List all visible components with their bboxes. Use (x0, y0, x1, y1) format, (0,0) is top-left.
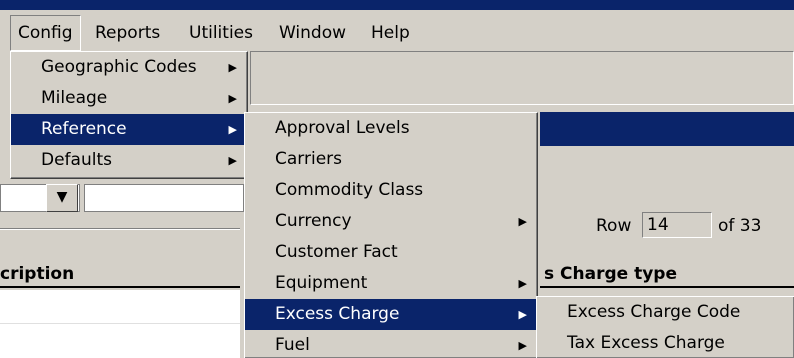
window-titlebar (0, 0, 794, 10)
submenu-arrow-icon: ▶ (228, 154, 237, 167)
divider (0, 228, 240, 230)
menu-item-label: Defaults (41, 150, 112, 170)
menu-item-label: Mileage (41, 88, 108, 108)
menu-help[interactable]: Help (364, 15, 417, 51)
menu-utilities[interactable]: Utilities (182, 15, 260, 51)
menu-item-tax-excess-charge[interactable]: Tax Excess Charge (537, 328, 794, 358)
menu-item-label: Currency (275, 211, 352, 231)
menu-item-approval-levels[interactable]: Approval Levels (245, 113, 537, 144)
menu-item-label: Excess Charge Code (567, 302, 741, 322)
submenu-arrow-icon: ▶ (228, 123, 237, 136)
header-underline (540, 286, 794, 288)
chevron-down-icon[interactable]: ▼ (46, 184, 78, 212)
menu-item-carriers[interactable]: Carriers (245, 144, 537, 175)
submenu-arrow-icon: ▶ (228, 92, 237, 105)
menu-item-geographic-codes[interactable]: Geographic Codes ▶ (11, 52, 247, 83)
row-count-label: of 33 (718, 216, 762, 236)
header-underline (0, 286, 240, 288)
menu-item-mileage[interactable]: Mileage ▶ (11, 83, 247, 114)
form-title-band (540, 112, 794, 146)
menu-item-commodity-class[interactable]: Commodity Class (245, 175, 537, 206)
menu-config[interactable]: Config (10, 15, 81, 51)
config-menu: Geographic Codes ▶ Mileage ▶ Reference ▶… (10, 51, 248, 179)
menu-item-excess-charge[interactable]: Excess Charge ▶ (245, 299, 537, 330)
menu-item-label: Approval Levels (275, 118, 410, 138)
submenu-arrow-icon: ▶ (518, 339, 527, 352)
data-grid[interactable] (0, 290, 240, 358)
menu-item-label: Commodity Class (275, 180, 424, 200)
menu-item-currency[interactable]: Currency ▶ (245, 206, 537, 237)
menu-item-label: Excess Charge (275, 304, 400, 324)
submenu-arrow-icon: ▶ (518, 215, 527, 228)
row-number-field[interactable]: 14 (642, 212, 712, 238)
row-label: Row (596, 216, 632, 236)
submenu-arrow-icon: ▶ (228, 61, 237, 74)
menu-window[interactable]: Window (272, 15, 353, 51)
toolbar-panel (250, 51, 794, 105)
menu-item-equipment[interactable]: Equipment ▶ (245, 268, 537, 299)
column-header-description[interactable]: cription (0, 262, 74, 286)
reference-submenu: Approval Levels Carriers Commodity Class… (244, 112, 538, 358)
menu-item-defaults[interactable]: Defaults ▶ (11, 145, 247, 176)
grid-row-divider (0, 323, 240, 324)
column-header-charge-type[interactable]: s Charge type (544, 262, 677, 286)
menu-item-label: Tax Excess Charge (567, 333, 725, 353)
menu-item-label: Reference (41, 119, 127, 139)
menu-bar: Config Reports Utilities Window Help (0, 15, 794, 51)
menu-item-label: Carriers (275, 149, 342, 169)
menu-item-fuel[interactable]: Fuel ▶ (245, 330, 537, 358)
menu-item-customer-fact[interactable]: Customer Fact (245, 237, 537, 268)
excess-charge-submenu: Excess Charge Code Tax Excess Charge (536, 296, 794, 358)
menu-item-excess-charge-code[interactable]: Excess Charge Code (537, 297, 794, 328)
menu-item-reference[interactable]: Reference ▶ (11, 114, 247, 145)
menu-reports[interactable]: Reports (88, 15, 167, 51)
submenu-arrow-icon: ▶ (518, 308, 527, 321)
menu-item-label: Equipment (275, 273, 368, 293)
menu-item-label: Customer Fact (275, 242, 398, 262)
filter-text-input[interactable] (84, 184, 244, 212)
menu-item-label: Fuel (275, 335, 310, 355)
menu-item-label: Geographic Codes (41, 57, 197, 77)
submenu-arrow-icon: ▶ (518, 277, 527, 290)
